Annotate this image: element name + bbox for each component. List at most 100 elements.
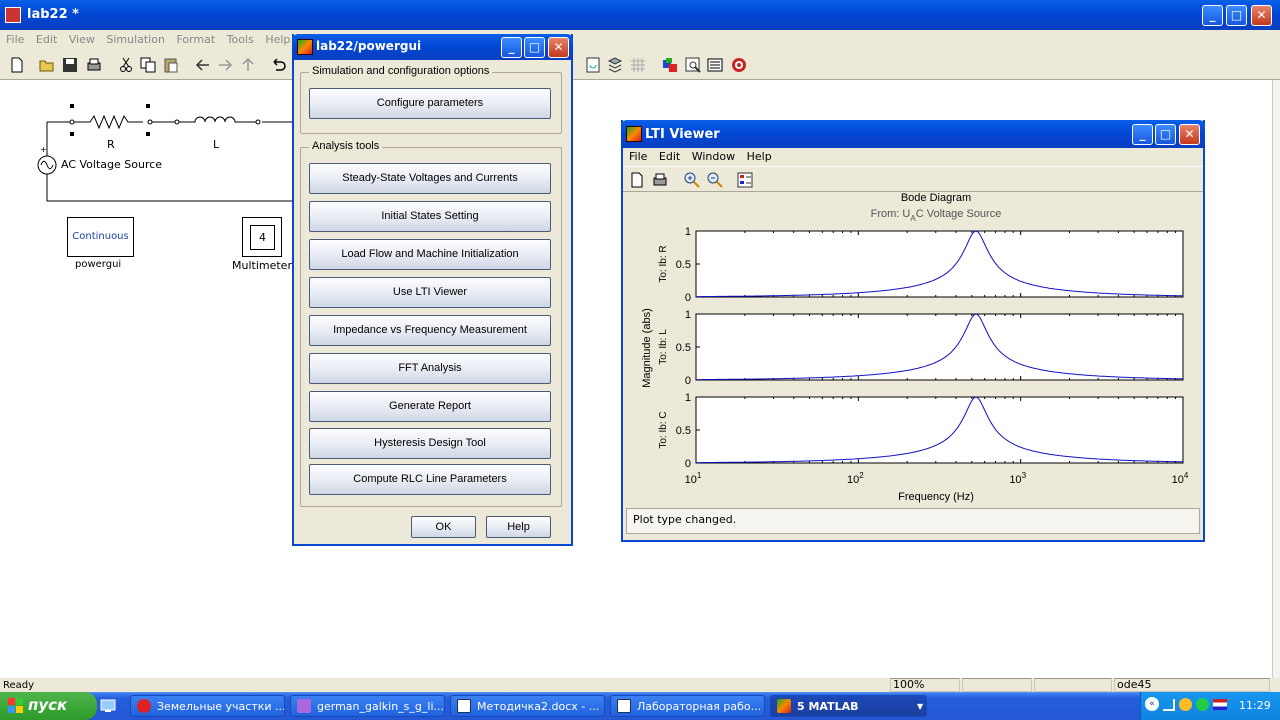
y-tick-label: 1 (685, 392, 691, 404)
resistor-label: R (107, 138, 115, 151)
powergui-label: powergui (75, 259, 122, 270)
menu-view[interactable]: View (69, 33, 95, 46)
taskbar-item-lab[interactable]: Лабораторная рабо... (610, 695, 765, 717)
menu-help[interactable]: Help (265, 33, 290, 46)
generate-report-button[interactable]: Generate Report (309, 391, 551, 422)
menu-format[interactable]: Format (176, 33, 215, 46)
y-tick-label: 1 (685, 226, 691, 238)
library-browser-icon[interactable] (662, 57, 678, 73)
multimeter-block[interactable]: 4 (242, 217, 282, 257)
open-icon[interactable] (39, 57, 55, 73)
powergui-maximize-button[interactable]: □ (524, 37, 545, 58)
show-desktop-icon[interactable] (100, 698, 116, 714)
bode-chart: Bode DiagramFrom: UAC Voltage Source00.5… (626, 192, 1200, 507)
help-button[interactable]: Help (486, 516, 551, 538)
start-button[interactable]: пуск (0, 692, 97, 720)
multimeter-label: Multimeter (232, 259, 292, 272)
build-icon[interactable] (585, 57, 601, 73)
taskbar-item-opera[interactable]: Земельные участки ... (130, 695, 285, 717)
powergui-minimize-button[interactable]: _ (501, 37, 522, 58)
lti-new-icon[interactable] (629, 172, 645, 188)
lti-menu-help[interactable]: Help (747, 150, 772, 163)
hysteresis-button[interactable]: Hysteresis Design Tool (309, 428, 551, 459)
simulink-menubar: File Edit View Simulation Format Tools H… (0, 30, 1280, 50)
up-icon[interactable] (240, 57, 256, 73)
security-icon[interactable] (1196, 698, 1209, 711)
network-icon[interactable] (1163, 699, 1175, 711)
matlab-logo-icon (297, 39, 313, 55)
x-axis-label: Frequency (Hz) (898, 491, 974, 503)
series-label: To: Ib: R (658, 245, 669, 282)
lti-titlebar: LTI Viewer _ □ ✕ (621, 120, 1205, 148)
lti-title: LTI Viewer (645, 127, 720, 142)
status-empty-1 (962, 678, 1032, 692)
plot-area[interactable]: Bode Diagram From: UAC Voltage Source 0 0.5… (626, 192, 1200, 507)
plot-config-icon[interactable] (737, 172, 753, 188)
analysis-group-title: Analysis tools (309, 140, 383, 152)
menu-file[interactable]: File (6, 33, 24, 46)
cut-icon[interactable] (118, 57, 134, 73)
configure-parameters-button[interactable]: Configure parameters (309, 88, 551, 119)
maximize-button[interactable]: □ (1226, 5, 1247, 26)
app-tray-icon[interactable] (1179, 698, 1192, 711)
y-axis-label: Magnitude (abs) (641, 308, 653, 388)
copy-icon[interactable] (140, 57, 156, 73)
axes-box (695, 396, 1184, 464)
load-flow-button[interactable]: Load Flow and Machine Initialization (309, 239, 551, 270)
powergui-window: lab22/powergui _ □ ✕ Simulation and conf… (292, 34, 573, 546)
back-icon[interactable] (195, 57, 211, 73)
paste-icon[interactable] (163, 57, 179, 73)
system-tray: « 11:29 (1140, 692, 1280, 720)
target-icon[interactable] (731, 57, 747, 73)
document-icon (297, 699, 311, 713)
zoom-in-icon[interactable] (683, 171, 700, 188)
forward-icon[interactable] (217, 57, 233, 73)
undo-icon[interactable] (271, 57, 287, 73)
y-tick-label: 0.5 (676, 342, 691, 354)
use-lti-viewer-button[interactable]: Use LTI Viewer (309, 277, 551, 308)
vertical-scrollbar[interactable] (1272, 80, 1280, 678)
grid-icon[interactable] (630, 57, 646, 73)
initial-states-button[interactable]: Initial States Setting (309, 201, 551, 232)
steady-state-button[interactable]: Steady-State Voltages and Currents (309, 163, 551, 194)
powergui-close-button[interactable]: ✕ (548, 37, 569, 58)
lti-print-icon[interactable] (652, 172, 668, 188)
fft-analysis-button[interactable]: FFT Analysis (309, 353, 551, 384)
windows-logo-icon (8, 698, 24, 714)
menu-simulation[interactable]: Simulation (106, 33, 165, 46)
minimize-button[interactable]: _ (1202, 5, 1223, 26)
close-button[interactable]: ✕ (1251, 5, 1272, 26)
simulink-titlebar: lab22 * _ □ ✕ (0, 0, 1280, 30)
analysis-group: Analysis tools Steady-State Voltages and… (300, 140, 562, 507)
debugger-icon[interactable] (707, 57, 723, 73)
impedance-button[interactable]: Impedance vs Frequency Measurement (309, 315, 551, 346)
taskbar-item-word[interactable]: Методичка2.docx - ... (450, 695, 605, 717)
lti-menu-file[interactable]: File (629, 150, 647, 163)
language-flag-icon[interactable] (1213, 699, 1227, 710)
lti-close-button[interactable]: ✕ (1179, 124, 1200, 145)
update-icon[interactable] (607, 57, 623, 73)
taskbar-item-pdf[interactable]: german_galkin_s_g_li... (290, 695, 445, 717)
menu-tools[interactable]: Tools (227, 33, 254, 46)
lti-maximize-button[interactable]: □ (1155, 124, 1176, 145)
powergui-block[interactable]: Continuous (67, 217, 134, 257)
ac-source-block[interactable]: + (37, 140, 57, 180)
taskbar-item-matlab[interactable]: 5 MATLAB ▼ (770, 695, 927, 717)
menu-edit[interactable]: Edit (36, 33, 57, 46)
new-icon[interactable] (9, 57, 25, 73)
y-tick-label: 1 (685, 309, 691, 321)
save-icon[interactable] (62, 57, 78, 73)
print-icon[interactable] (86, 57, 102, 73)
lti-minimize-button[interactable]: _ (1132, 124, 1153, 145)
rlc-line-button[interactable]: Compute RLC Line Parameters (309, 464, 551, 495)
resistor-block[interactable] (69, 104, 153, 136)
model-explorer-icon[interactable] (685, 57, 701, 73)
lti-menu-window[interactable]: Window (692, 150, 735, 163)
ok-button[interactable]: OK (411, 516, 476, 538)
zoom-out-icon[interactable] (706, 171, 723, 188)
series-label: To: Ib: C (658, 411, 669, 448)
tray-expand-icon[interactable]: « (1145, 697, 1159, 711)
inductor-block[interactable] (174, 116, 261, 125)
y-tick-label: 0.5 (676, 425, 691, 437)
lti-menu-edit[interactable]: Edit (659, 150, 680, 163)
